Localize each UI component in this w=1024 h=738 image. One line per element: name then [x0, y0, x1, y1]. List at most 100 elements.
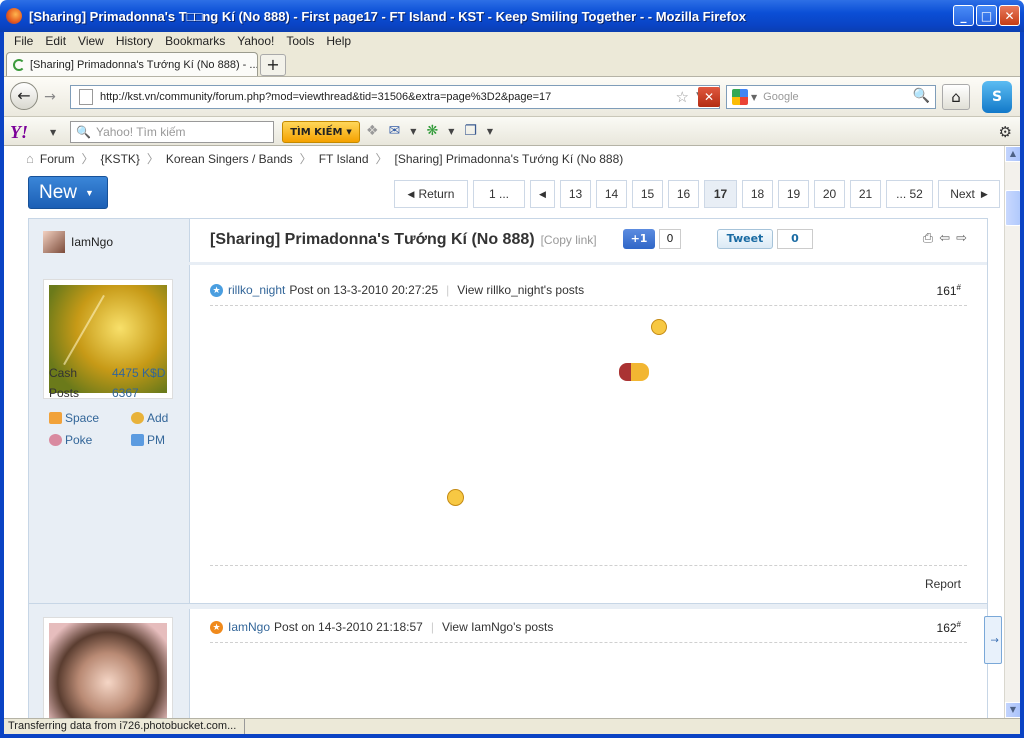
- cash-value[interactable]: 4475 K$D: [112, 363, 165, 383]
- mail-icon[interactable]: ✉: [389, 123, 401, 139]
- yahoo-logo[interactable]: Y!: [10, 122, 28, 143]
- posts-label: Posts: [49, 386, 80, 400]
- clipboard-icon[interactable]: ❐: [464, 123, 477, 139]
- back-button[interactable]: ←: [10, 82, 38, 110]
- new-tab-button[interactable]: +: [260, 54, 286, 76]
- print-icon[interactable]: ⎙: [923, 231, 933, 246]
- pager-page[interactable]: 20: [814, 180, 845, 208]
- report-link[interactable]: Report: [925, 577, 961, 591]
- post-number[interactable]: 162#: [937, 620, 961, 635]
- toolbar-separator-icon: ❖: [366, 123, 379, 139]
- forward-button[interactable]: →: [38, 86, 62, 108]
- post-username[interactable]: rillko_night: [228, 283, 285, 297]
- post-number[interactable]: 161#: [937, 283, 961, 298]
- yahoo-search-button[interactable]: TÌM KIẾM ▼: [282, 121, 360, 143]
- pager-prev[interactable]: ◀: [530, 180, 555, 208]
- pager-page[interactable]: 19: [778, 180, 809, 208]
- pm-link[interactable]: PM: [131, 429, 195, 451]
- tweet-button[interactable]: Tweet: [717, 229, 773, 249]
- menu-view[interactable]: View: [72, 34, 110, 48]
- pager-page[interactable]: 16: [668, 180, 699, 208]
- search-icon[interactable]: 🔍: [913, 88, 930, 104]
- google-icon[interactable]: [732, 89, 748, 105]
- post-username[interactable]: IamNgo: [228, 620, 270, 634]
- space-link[interactable]: Space: [49, 407, 113, 429]
- menu-bar: File Edit View History Bookmarks Yahoo! …: [4, 32, 1020, 50]
- pager-next[interactable]: Next ▶: [938, 180, 1000, 208]
- thread-author-avatar[interactable]: [43, 231, 65, 253]
- pager-page[interactable]: 18: [742, 180, 773, 208]
- menu-history[interactable]: History: [110, 34, 159, 48]
- home-crumb-icon[interactable]: ⌂: [26, 151, 34, 166]
- bookmark-star-icon[interactable]: ☆: [676, 88, 689, 106]
- pager-page[interactable]: 14: [596, 180, 627, 208]
- next-thread-icon[interactable]: ⇨: [956, 231, 967, 246]
- scroll-down-arrow[interactable]: ▼: [1005, 702, 1020, 718]
- breadcrumb-separator: 〉: [375, 152, 388, 166]
- pager-last[interactable]: ... 52: [886, 180, 933, 208]
- menu-bookmarks[interactable]: Bookmarks: [159, 34, 231, 48]
- breadcrumb-korean-singers[interactable]: Korean Singers / Bands: [166, 152, 293, 166]
- back-to-top-button[interactable]: ↑: [984, 616, 1002, 664]
- avatar-image[interactable]: [49, 623, 167, 718]
- poke-link[interactable]: Poke: [49, 429, 113, 451]
- add-friend-icon: [131, 412, 144, 424]
- pager-page[interactable]: 21: [850, 180, 881, 208]
- view-posts-link[interactable]: View IamNgo's posts: [442, 620, 553, 634]
- thread-author-name[interactable]: IamNgo: [71, 235, 113, 249]
- plus-one-count: 0: [659, 229, 681, 249]
- new-post-button[interactable]: New ▼: [28, 176, 108, 209]
- view-posts-link[interactable]: View rillko_night's posts: [457, 283, 584, 297]
- menu-yahoo[interactable]: Yahoo!: [231, 34, 280, 48]
- poke-label: Poke: [65, 433, 93, 447]
- tab-active[interactable]: [Sharing] Primadonna's Tướng Kí (No 888)…: [6, 52, 258, 76]
- url-bar[interactable]: http://kst.vn/community/forum.php?mod=vi…: [70, 85, 720, 109]
- google-search-box[interactable]: ▼ Google 🔍: [726, 85, 936, 109]
- posts-value[interactable]: 6367: [112, 383, 139, 403]
- yahoo-dropdown-icon[interactable]: ▼: [50, 128, 56, 137]
- home-button[interactable]: ⌂: [942, 84, 970, 110]
- menu-edit[interactable]: Edit: [39, 34, 72, 48]
- thread-author[interactable]: IamNgo: [43, 231, 113, 253]
- widget-icon[interactable]: ❋: [426, 123, 438, 139]
- menu-file[interactable]: File: [8, 34, 39, 48]
- pager-page[interactable]: 15: [632, 180, 663, 208]
- widget-dropdown-icon[interactable]: ▼: [448, 127, 454, 136]
- mail-dropdown-icon[interactable]: ▼: [410, 127, 416, 136]
- pager-first[interactable]: 1 ...: [473, 180, 525, 208]
- breadcrumb-forum[interactable]: Forum: [40, 152, 75, 166]
- scroll-thumb[interactable]: [1005, 190, 1020, 226]
- breadcrumb-ft-island[interactable]: FT Island: [319, 152, 369, 166]
- gear-icon[interactable]: ⚙: [999, 123, 1012, 141]
- page-viewport: ⌂ Forum 〉 {KSTK} 〉 Korean Singers / Band…: [4, 146, 1004, 718]
- prev-thread-icon[interactable]: ⇦: [939, 231, 950, 246]
- menu-tools[interactable]: Tools: [280, 34, 320, 48]
- plus-one-button[interactable]: +1: [623, 229, 655, 249]
- add-friend-link[interactable]: Add: [131, 407, 195, 429]
- maximize-button[interactable]: □: [976, 5, 997, 26]
- post-separator: [29, 603, 987, 609]
- yahoo-search-icon: 🔍: [76, 125, 91, 139]
- vertical-scrollbar[interactable]: ▲ ▼: [1004, 146, 1020, 718]
- thread-title: [Sharing] Primadonna's Tướng Kí (No 888): [210, 231, 535, 248]
- breadcrumb-kstk[interactable]: {KSTK}: [101, 152, 140, 166]
- clipboard-dropdown-icon[interactable]: ▼: [487, 127, 493, 136]
- pager-current-page: 17: [704, 180, 737, 208]
- pager-return[interactable]: ◀ Return: [394, 180, 468, 208]
- skype-icon[interactable]: S: [982, 81, 1012, 113]
- menu-help[interactable]: Help: [320, 34, 357, 48]
- copy-link[interactable]: [Copy link]: [541, 233, 597, 247]
- scroll-up-arrow[interactable]: ▲: [1005, 146, 1020, 162]
- post-number-value: 162: [936, 621, 957, 635]
- hash-icon: #: [956, 283, 961, 292]
- search-engine-dropdown-icon[interactable]: ▼: [751, 93, 757, 102]
- thread-title-row: [Sharing] Primadonna's Tướng Kí (No 888)…: [210, 231, 597, 249]
- breadcrumb-thread[interactable]: [Sharing] Primadonna's Tướng Kí (No 888): [395, 152, 624, 166]
- close-button[interactable]: ✕: [999, 5, 1020, 26]
- stop-button[interactable]: ✕: [698, 87, 720, 107]
- yahoo-search-input[interactable]: 🔍 Yahoo! Tìm kiếm: [70, 121, 274, 143]
- post-avatar[interactable]: [43, 617, 173, 718]
- window-title: [Sharing] Primadonna's T□□ng Kí (No 888)…: [29, 8, 747, 24]
- minimize-button[interactable]: _: [953, 5, 974, 26]
- pager-page[interactable]: 13: [560, 180, 591, 208]
